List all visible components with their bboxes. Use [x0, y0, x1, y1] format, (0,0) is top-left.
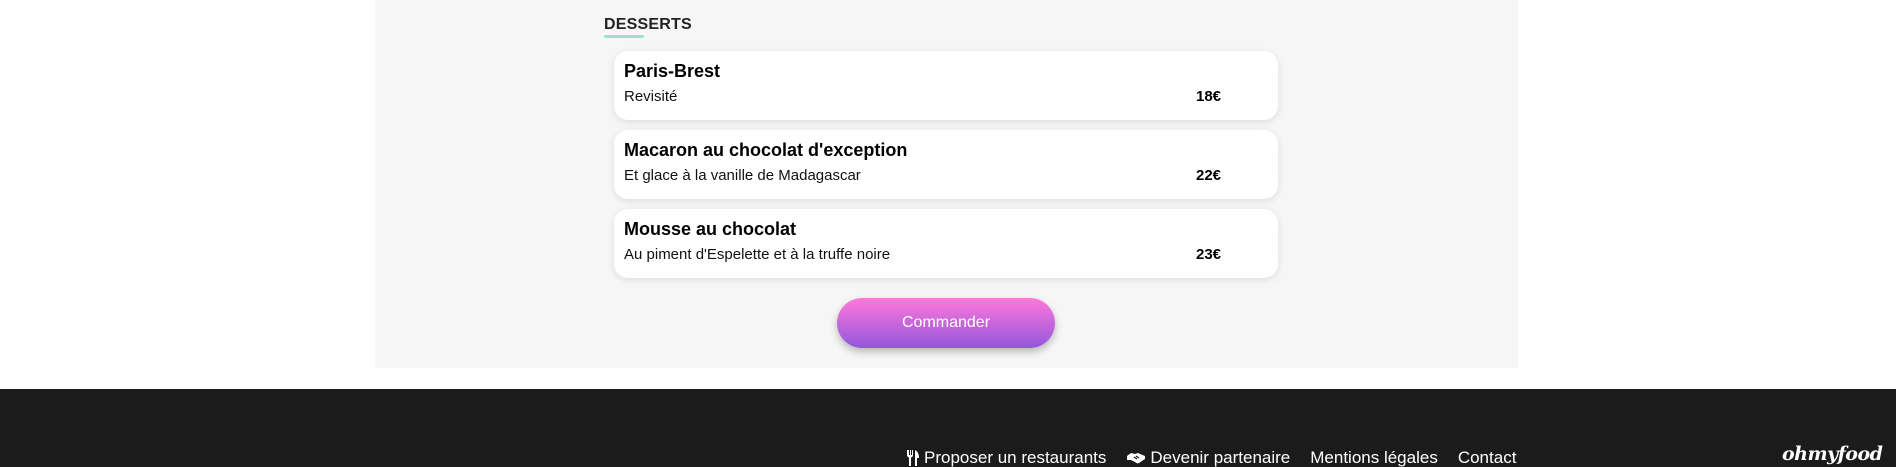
- footer-link-label: Contact: [1457, 448, 1517, 467]
- page: DESSERTS Paris-Brest Revisité 18€ Macaro…: [0, 0, 1896, 467]
- dish-card[interactable]: Paris-Brest Revisité 18€: [614, 51, 1278, 120]
- dish-name: Mousse au chocolat: [624, 219, 797, 239]
- dish-list: Paris-Brest Revisité 18€ Macaron au choc…: [614, 51, 1278, 288]
- footer-link-label: Mentions légales: [1310, 448, 1438, 467]
- dish-description: Et glace à la vanille de Madagascar: [624, 167, 861, 184]
- footer-link-become-partner[interactable]: Devenir partenaire: [1126, 448, 1290, 467]
- dish-name: Paris-Brest: [624, 61, 721, 81]
- section-title: DESSERTS: [604, 16, 692, 33]
- footer-link-legal-notice[interactable]: Mentions légales: [1310, 448, 1438, 467]
- handshake-icon: [1126, 450, 1146, 466]
- dish-card[interactable]: Macaron au chocolat d'exception Et glace…: [614, 130, 1278, 199]
- dish-card[interactable]: Mousse au chocolat Au piment d'Espelette…: [614, 209, 1278, 278]
- footer: Proposer un restaurants Devenir partenai…: [0, 389, 1896, 467]
- dish-description: Revisité: [624, 88, 678, 105]
- dish-description: Au piment d'Espelette et à la truffe noi…: [624, 246, 891, 263]
- footer-link-contact[interactable]: Contact: [1458, 448, 1517, 467]
- order-button[interactable]: Commander: [837, 298, 1055, 348]
- footer-link-label: Proposer un restaurants: [924, 448, 1107, 467]
- dish-name: Macaron au chocolat d'exception: [624, 140, 908, 160]
- footer-nav: Proposer un restaurants Devenir partenai…: [906, 448, 1536, 467]
- brand-logo[interactable]: ohmyfood: [1782, 443, 1883, 465]
- footer-link-label: Devenir partenaire: [1150, 448, 1291, 467]
- footer-link-propose-restaurants[interactable]: Proposer un restaurants: [906, 448, 1106, 467]
- dish-price: 18€: [1196, 88, 1222, 105]
- section-title-underline: [604, 35, 644, 38]
- dish-price: 22€: [1196, 167, 1222, 184]
- utensils-icon: [906, 449, 920, 467]
- dish-price: 23€: [1196, 246, 1222, 263]
